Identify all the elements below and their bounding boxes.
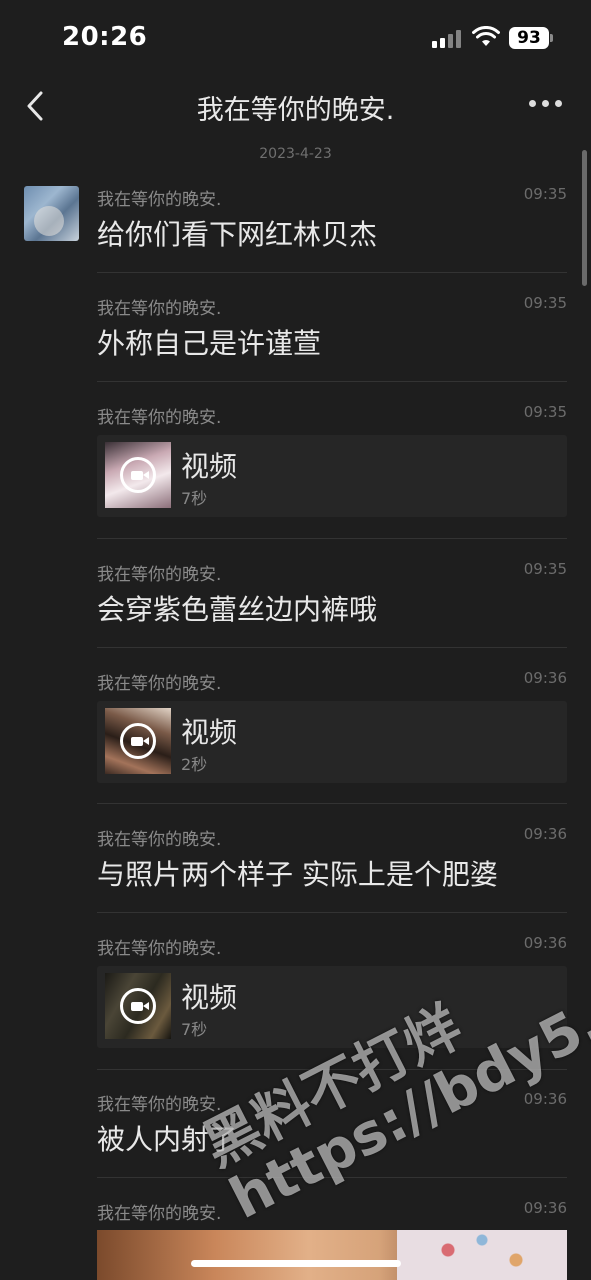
message-text: 会穿紫色蕾丝边内裤哦 (97, 593, 378, 626)
chat-title: 我在等你的晚安. (196, 95, 395, 126)
video-duration: 7秒 (181, 489, 208, 508)
message-time: 09:35 (523, 560, 567, 578)
video-camera-icon (120, 988, 156, 1024)
message-item[interactable]: 我在等你的晚安. 09:35 视频 7秒 (97, 403, 567, 518)
video-label: 视频 (181, 981, 238, 1014)
avatar[interactable] (24, 186, 79, 241)
chevron-left-icon[interactable] (22, 88, 50, 124)
video-duration: 7秒 (181, 1020, 208, 1039)
video-card[interactable]: 视频 7秒 (97, 435, 567, 517)
scrollbar[interactable] (582, 150, 587, 286)
message-item[interactable]: 我在等你的晚安. 09:35 外称自己是许谨萱 (97, 294, 567, 374)
message-sender: 我在等你的晚安. (97, 1204, 222, 1224)
cellular-signal-icon (432, 30, 462, 48)
divider (97, 538, 567, 539)
message-sender: 我在等你的晚安. (97, 939, 222, 959)
video-label: 视频 (181, 450, 238, 483)
video-duration: 2秒 (181, 755, 208, 774)
video-thumbnail (105, 708, 171, 774)
message-item[interactable]: 我在等你的晚安. 09:35 给你们看下网红林贝杰 (97, 185, 567, 265)
message-item[interactable]: 我在等你的晚安. 09:36 与照片两个样子 实际上是个肥婆 (97, 825, 567, 905)
video-thumbnail (105, 442, 171, 508)
message-time: 09:36 (523, 1090, 567, 1108)
image-message[interactable] (97, 1230, 567, 1280)
message-sender: 我在等你的晚安. (97, 1095, 222, 1115)
message-item[interactable]: 我在等你的晚安. 09:36 (97, 1199, 567, 1229)
message-text: 与照片两个样子 实际上是个肥婆 (97, 858, 498, 891)
message-sender: 我在等你的晚安. (97, 674, 222, 694)
message-time: 09:36 (523, 825, 567, 843)
message-sender: 我在等你的晚安. (97, 830, 222, 850)
video-camera-icon (120, 723, 156, 759)
home-indicator[interactable] (191, 1260, 401, 1267)
message-time: 09:35 (523, 185, 567, 203)
message-sender: 我在等你的晚安. (97, 408, 222, 428)
message-time: 09:36 (523, 1199, 567, 1217)
battery-icon: 93 (509, 27, 549, 49)
video-camera-icon (120, 457, 156, 493)
message-item[interactable]: 我在等你的晚安. 09:35 会穿紫色蕾丝边内裤哦 (97, 560, 567, 640)
status-time: 20:26 (62, 22, 148, 52)
message-time: 09:36 (523, 669, 567, 687)
divider (97, 381, 567, 382)
message-time: 09:35 (523, 294, 567, 312)
message-sender: 我在等你的晚安. (97, 299, 222, 319)
nav-bar: 我在等你的晚安. (0, 78, 591, 136)
more-dots-icon[interactable] (527, 96, 565, 110)
divider (97, 803, 567, 804)
message-item[interactable]: 我在等你的晚安. 09:36 视频 2秒 (97, 669, 567, 784)
video-label: 视频 (181, 716, 238, 749)
divider (97, 912, 567, 913)
divider (97, 647, 567, 648)
wifi-icon (472, 26, 500, 46)
date-separator: 2023-4-23 (259, 146, 332, 162)
status-bar: 20:26 93 (0, 0, 591, 78)
divider (97, 272, 567, 273)
video-card[interactable]: 视频 2秒 (97, 701, 567, 783)
message-time: 09:35 (523, 403, 567, 421)
battery-tip (550, 34, 553, 42)
message-text: 给你们看下网红林贝杰 (97, 218, 378, 251)
message-sender: 我在等你的晚安. (97, 565, 222, 585)
message-sender: 我在等你的晚安. (97, 190, 222, 210)
video-thumbnail (105, 973, 171, 1039)
message-text: 外称自己是许谨萱 (97, 327, 322, 360)
